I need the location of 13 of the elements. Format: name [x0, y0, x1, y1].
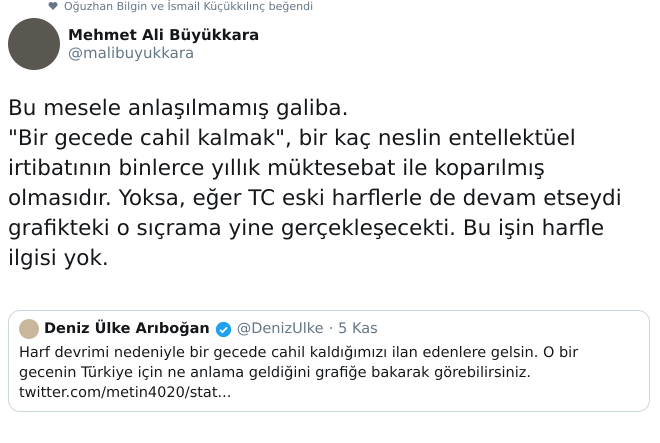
- tweet-link[interactable]: twitter.com/metin4020/stat...: [19, 383, 639, 403]
- heart-icon: [48, 1, 58, 11]
- separator-dot: ·: [328, 321, 334, 337]
- quoted-author-name: Deniz Ülke Arıboğan: [44, 321, 210, 337]
- tweet-date: 5 Kas: [338, 321, 378, 337]
- author-name[interactable]: Mehmet Ali Büyükkara: [68, 26, 260, 44]
- author-handle[interactable]: @malibuyukkara: [68, 44, 260, 62]
- quoted-tweet-card[interactable]: [8, 310, 650, 412]
- tweet-text: "Bir gecede cahil kalmak", bir kaç neslin entellektüel irtibatının binlerce yıllık müktesebat ile koparılmış olmasıdır. Yoksa, eğer TC eski harflerle de devam etseydi grafikteki o sıçrama yine gerçekleşecekti. Bu işin harfle ilgisi yok.: [8, 125, 623, 273]
- tweet-text: Bu mesele anlaşılmamış galiba.: [8, 95, 350, 123]
- avatar-photo[interactable]: [8, 18, 60, 70]
- quoted-author-handle: @DenizUlke: [236, 321, 324, 337]
- quoted-tweet-text: Harf devrimi nedeniyle bir gecede cahil kaldığımızı ilan edenlere gelsin. O bir gecenin Türkiye için ne anlama geldiğini grafiğe bakarak görebilirsiniz.: [19, 344, 580, 383]
